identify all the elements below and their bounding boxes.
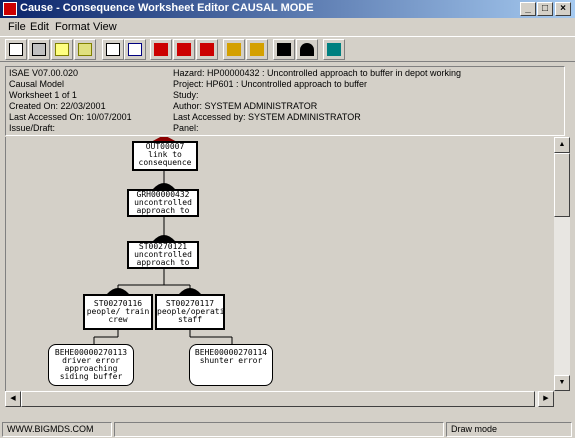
tree-button[interactable] — [246, 39, 268, 60]
node-text: uncontrolled approach to siding buffer — [132, 250, 195, 268]
study-label: Study: — [173, 90, 199, 100]
black-gate-dome-button[interactable] — [296, 39, 318, 60]
author-label: Author: SYSTEM ADMINISTRATOR — [173, 101, 318, 111]
red-gate-down-button[interactable] — [196, 39, 218, 60]
scroll-down-icon[interactable]: ▼ — [554, 375, 570, 391]
horizontal-scroll-thumb[interactable] — [21, 391, 535, 407]
checklist-icon — [106, 43, 120, 56]
menu-format[interactable]: Format — [55, 21, 90, 33]
menu-file[interactable]: File — [8, 21, 26, 33]
panel-label: Panel: — [173, 123, 199, 133]
model-label: Causal Model — [9, 79, 65, 89]
list-icon — [128, 43, 142, 56]
node-out00007[interactable]: OUT00007 link to consequence — [132, 141, 198, 171]
worksheet-label: Worksheet 1 of 1 — [9, 90, 77, 100]
exit-button[interactable] — [323, 39, 345, 60]
created-on-label: Created On: 22/03/2001 — [9, 101, 106, 111]
maximize-button[interactable]: □ — [537, 2, 553, 16]
notes-icon — [78, 43, 92, 56]
new-button[interactable] — [5, 39, 27, 60]
toolbar — [0, 36, 575, 62]
last-accessed-by-label: Last Accessed by: SYSTEM ADMINISTRATOR — [173, 112, 361, 122]
leaf-behe00000270114[interactable]: BEHE00000270114 shunter error — [189, 344, 273, 386]
print-button[interactable] — [28, 39, 50, 60]
red-gate-and-icon — [177, 43, 191, 56]
issue-draft-label: Issue/Draft: — [9, 123, 56, 133]
node-st00270121[interactable]: ST00270121 uncontrolled approach to sidi… — [127, 241, 199, 269]
red-gate-icon — [154, 43, 168, 56]
new-icon — [9, 43, 23, 56]
menu-edit[interactable]: Edit — [30, 21, 49, 33]
diagram-canvas[interactable]: OUT00007 link to consequence GRH00000432… — [5, 137, 554, 391]
exit-icon — [327, 43, 341, 56]
last-accessed-on-label: Last Accessed On: 10/07/2001 — [9, 112, 132, 122]
edit-note-icon — [55, 43, 69, 56]
worksheet-info-panel: ISAE V07.00.020 Causal Model Worksheet 1… — [5, 66, 565, 136]
notes-button[interactable] — [74, 39, 96, 60]
black-gate-icon — [277, 43, 291, 56]
scroll-corner — [554, 391, 570, 407]
node-st00270116[interactable]: ST00270116 people/ train crew — [83, 294, 153, 330]
project-label: Project: HP601 : Uncontrolled approach t… — [173, 79, 367, 89]
close-button[interactable]: × — [555, 2, 571, 16]
leaf-behe00000270113[interactable]: BEHE00000270113 driver error approaching… — [48, 344, 134, 386]
window-title: Cause - Consequence Worksheet Editor CAU… — [20, 2, 314, 14]
red-gate-button[interactable] — [150, 39, 172, 60]
leaf-text: driver error approaching siding buffer — [59, 356, 123, 381]
scroll-right-icon[interactable]: ▶ — [538, 391, 554, 407]
scroll-left-icon[interactable]: ◀ — [5, 391, 21, 407]
node-st00270117[interactable]: ST00270117 people/operations staff — [155, 294, 225, 330]
branch-icon — [227, 43, 241, 56]
red-gate-down-icon — [200, 43, 214, 56]
vertical-scrollbar[interactable]: ▲ ▼ — [554, 137, 570, 391]
tree-icon — [250, 43, 264, 56]
node-text: people/operations staff — [157, 307, 225, 324]
status-mode: Draw mode — [446, 422, 572, 437]
red-gate-and-button[interactable] — [173, 39, 195, 60]
app-icon — [3, 2, 17, 16]
node-text: people/ train crew — [86, 307, 150, 324]
leaf-text: shunter error — [199, 356, 263, 365]
hazard-label: Hazard: HP00000432 : Uncontrolled approa… — [173, 68, 462, 78]
horizontal-scrollbar[interactable]: ◀ ▶ — [5, 391, 554, 407]
list-button[interactable] — [124, 39, 146, 60]
title-bar: Cause - Consequence Worksheet Editor CAU… — [0, 0, 575, 18]
edit-note-button[interactable] — [51, 39, 73, 60]
scroll-up-icon[interactable]: ▲ — [554, 137, 570, 153]
node-grh00000432[interactable]: GRH00000432 uncontrolled approach to buf… — [127, 189, 199, 217]
menu-view[interactable]: View — [93, 21, 117, 33]
status-middle — [114, 422, 444, 437]
status-website: WWW.BIGMDS.COM — [2, 422, 112, 437]
node-text: link to consequence — [138, 150, 192, 167]
branch-button[interactable] — [223, 39, 245, 60]
minimize-button[interactable]: _ — [520, 2, 536, 16]
menu-bar: File Edit Format View — [0, 18, 575, 36]
print-icon — [32, 43, 46, 56]
node-text: uncontrolled approach to buffer in depot… — [134, 198, 192, 216]
black-gate-button[interactable] — [273, 39, 295, 60]
black-gate-dome-icon — [300, 43, 314, 56]
version-label: ISAE V07.00.020 — [9, 68, 79, 78]
vertical-scroll-thumb[interactable] — [554, 153, 570, 217]
checklist-button[interactable] — [102, 39, 124, 60]
status-bar: WWW.BIGMDS.COM Draw mode — [0, 421, 575, 438]
